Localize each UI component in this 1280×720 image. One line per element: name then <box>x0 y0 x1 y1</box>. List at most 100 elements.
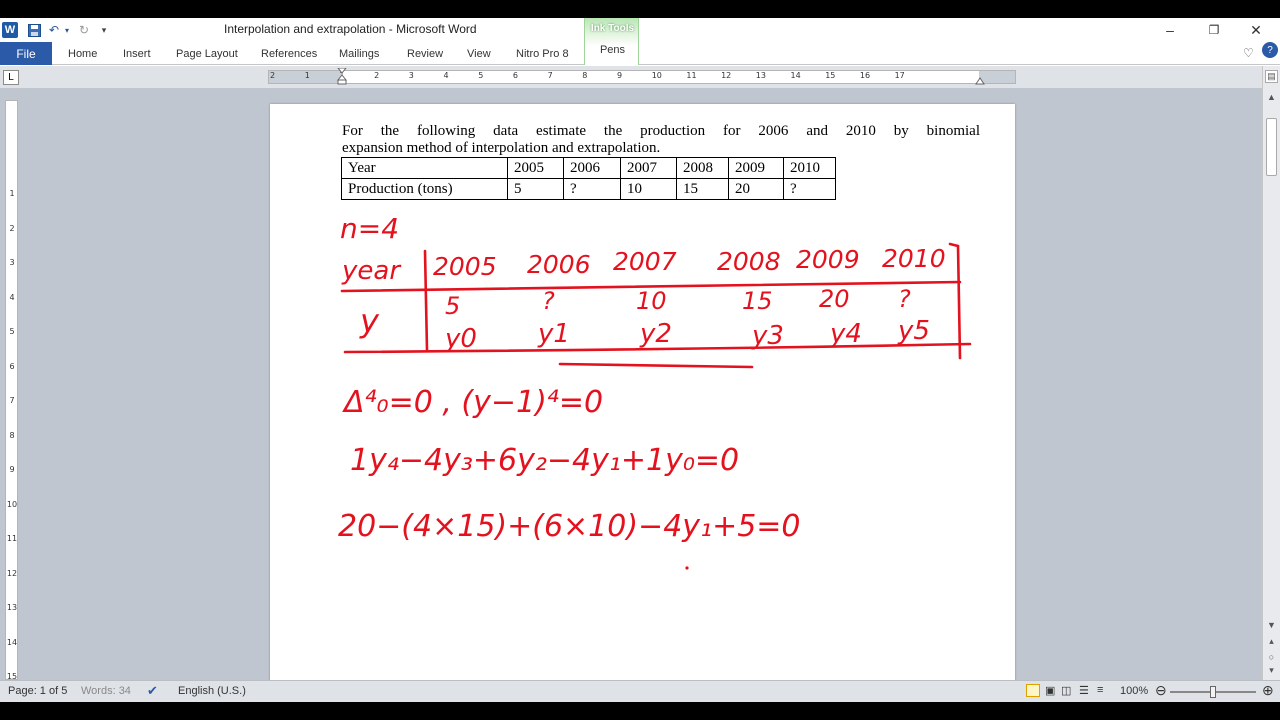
status-bar: Page: 1 of 5 Words: 34 ✔ English (U.S.) … <box>0 680 1280 702</box>
tab-mailings[interactable]: Mailings <box>339 42 379 65</box>
scroll-thumb[interactable] <box>1266 118 1277 176</box>
ink-y-sub: y0 <box>444 324 477 354</box>
ruler-number: 3 <box>9 258 15 267</box>
ink-year: 2010 <box>882 244 946 273</box>
next-page-icon[interactable]: ▾ <box>1265 664 1278 677</box>
ruler-number: 8 <box>9 430 15 440</box>
word-window: W ↶ ▾ ↻ ▾ Interpolation and extrapolatio… <box>0 0 1280 720</box>
ink-y-sub: y4 <box>829 319 862 349</box>
ink-equation-3: 20−(4×15)+(6×10)−4y₁+5=0 <box>338 509 801 544</box>
window-title: Interpolation and extrapolation - Micros… <box>224 22 477 36</box>
previous-page-icon[interactable]: ▴ <box>1265 635 1278 648</box>
ruler-number: 13 <box>755 71 766 80</box>
indent-marker-icon[interactable] <box>337 68 347 86</box>
ink-y-value: 15 <box>742 287 773 315</box>
vertical-scrollbar[interactable]: ▤ ▲ ▼ ▴ ○ ▾ <box>1262 66 1280 680</box>
ruler-number: 1 <box>304 71 310 80</box>
zoom-slider-thumb[interactable] <box>1210 686 1216 698</box>
tab-home[interactable]: Home <box>68 42 97 65</box>
ruler-number: 2 <box>9 223 15 233</box>
proofing-icon[interactable]: ✔ <box>147 683 158 699</box>
ruler-number: 5 <box>478 71 484 80</box>
ruler-number: 12 <box>721 71 732 80</box>
scroll-up-icon[interactable]: ▲ <box>1265 90 1278 103</box>
full-screen-view-icon[interactable]: ▣ <box>1045 684 1055 697</box>
tab-insert[interactable]: Insert <box>123 42 151 65</box>
restore-button[interactable]: ❐ <box>1194 18 1234 42</box>
ruler-number: 17 <box>894 71 905 80</box>
close-button[interactable]: ✕ <box>1236 18 1276 42</box>
ruler-number: 13 <box>6 603 18 612</box>
outline-view-icon[interactable]: ☰ <box>1079 684 1089 697</box>
horizontal-ruler[interactable]: 211234567891011121314151617 <box>268 68 1016 86</box>
ruler-toggle-icon[interactable]: ▤ <box>1265 70 1278 83</box>
ruler-number: 11 <box>686 71 697 80</box>
ruler-number: 11 <box>6 534 18 543</box>
ruler-number: 8 <box>582 71 588 80</box>
ruler-number: 5 <box>9 327 15 336</box>
tab-review[interactable]: Review <box>407 42 443 65</box>
ruler-number: 9 <box>617 71 623 80</box>
ruler-number: 7 <box>547 71 553 80</box>
ink-y-value: ? <box>542 287 555 315</box>
ink-y-sub: y3 <box>751 321 784 351</box>
ruler-number: 7 <box>9 396 15 405</box>
ink-y-sub: y5 <box>897 316 930 346</box>
tab-nitro-pro[interactable]: Nitro Pro 8 <box>516 42 569 65</box>
ink-y-label: y <box>359 302 380 340</box>
ruler-number: 15 <box>825 71 836 80</box>
ruler-number: 3 <box>408 71 414 80</box>
ruler-number: 1 <box>9 189 15 198</box>
zoom-in-icon[interactable]: ⊕ <box>1262 682 1274 699</box>
ink-y-value: ? <box>898 285 911 313</box>
zoom-level[interactable]: 100% <box>1120 685 1148 697</box>
ink-year: 2005 <box>433 252 497 281</box>
ink-equation-2: 1y₄−4y₃+6y₂−4y₁+1y₀=0 <box>350 443 739 478</box>
ink-tools-label: Ink Tools <box>590 23 635 34</box>
draft-view-icon[interactable]: ≡ <box>1097 684 1103 696</box>
ink-y-value: 5 <box>445 292 460 320</box>
ruler-number: 4 <box>9 292 15 302</box>
vertical-ruler[interactable]: 1 2 3 4 5 6 7 8 9 10 11 12 13 14 15 <box>5 100 18 681</box>
minimize-button[interactable]: – <box>1150 18 1190 42</box>
scroll-down-icon[interactable]: ▼ <box>1265 618 1278 631</box>
language-indicator[interactable]: English (U.S.) <box>178 685 246 697</box>
word-count[interactable]: Words: 34 <box>81 685 131 697</box>
ink-y-sub: y2 <box>639 319 672 349</box>
help-heart-icon[interactable]: ♡ <box>1243 46 1254 60</box>
ruler-number: 2 <box>374 71 380 80</box>
page-count[interactable]: Page: 1 of 5 <box>8 685 67 697</box>
ruler-number: 10 <box>651 71 662 80</box>
browse-object-icon[interactable]: ○ <box>1265 650 1278 663</box>
ink-y-sub: y1 <box>537 319 570 349</box>
ink-y-value: 20 <box>819 285 850 313</box>
tab-file[interactable]: File <box>0 42 52 65</box>
ink-year: 2008 <box>717 247 781 276</box>
print-layout-view-icon[interactable] <box>1026 684 1040 697</box>
ribbon-tab-bar: File Home Insert Page Layout References … <box>0 42 1280 65</box>
ink-year-label: year <box>341 256 402 286</box>
ink-annotations: n=4 year 2005 2006 2007 2008 2009 2010 y… <box>338 212 972 570</box>
ruler-number: 10 <box>6 499 18 509</box>
tab-view[interactable]: View <box>467 42 491 65</box>
ink-dot <box>685 566 689 570</box>
ruler-number: 6 <box>9 361 15 371</box>
zoom-out-icon[interactable]: ⊖ <box>1155 682 1167 699</box>
ruler-number: 6 <box>512 71 518 80</box>
ink-year: 2006 <box>527 250 591 279</box>
ruler-number: 2 <box>270 71 276 80</box>
screen-bottom-border <box>0 702 1280 720</box>
title-bar: W ↶ ▾ ↻ ▾ Interpolation and extrapolatio… <box>0 18 1280 42</box>
document-page[interactable]: For the following data estimate the prod… <box>270 104 1015 684</box>
ruler-number: 16 <box>859 71 871 80</box>
web-layout-view-icon[interactable]: ◫ <box>1061 684 1071 697</box>
tab-references[interactable]: References <box>261 42 317 65</box>
ink-equation-1: Δ⁴₀=0 , (y−1)⁴=0 <box>342 385 603 420</box>
tab-pens[interactable]: Pens <box>585 44 640 56</box>
help-icon[interactable]: ? <box>1262 42 1278 58</box>
tab-stop-selector[interactable]: L <box>3 70 19 85</box>
ruler-number: 14 <box>6 637 18 647</box>
ink-y-value: 10 <box>636 287 667 315</box>
tab-page-layout[interactable]: Page Layout <box>176 42 238 65</box>
right-indent-marker-icon[interactable] <box>975 76 985 85</box>
